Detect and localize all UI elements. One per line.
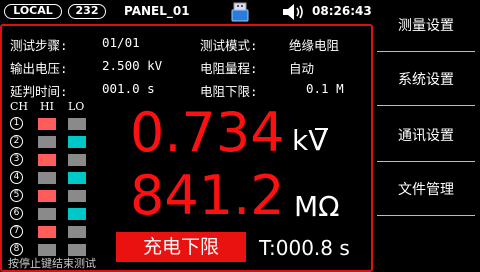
usb-drive-icon [231, 2, 249, 22]
step-value: 01/01 [102, 35, 140, 50]
mode-value: 绝缘电阻 [289, 38, 340, 53]
panel-title: PANEL_01 [124, 4, 190, 18]
channel-number: 3 [10, 153, 23, 166]
lo-indicator [68, 208, 86, 220]
menu-measure-settings[interactable]: 测量设置 [377, 0, 475, 52]
range-value: 自动 [289, 61, 315, 76]
hi-indicator [38, 118, 56, 130]
delay-value: 001.0 s [102, 81, 155, 96]
lo-header: LO [68, 100, 85, 113]
channel-number: 6 [10, 207, 23, 220]
hi-indicator [38, 154, 56, 166]
status-bar: LOCAL 232 PANEL_01 08:26:43 [0, 0, 373, 24]
hi-indicator [38, 208, 56, 220]
speaker-volume-icon [282, 3, 308, 21]
lo-indicator [68, 226, 86, 238]
hi-indicator [38, 226, 56, 238]
lo-indicator [68, 172, 86, 184]
test-state-badge: 充电下限 [116, 232, 246, 262]
hi-header: HI [40, 100, 54, 113]
channel-number: 7 [10, 225, 23, 238]
lo-indicator [68, 154, 86, 166]
resistance-unit: MΩ [294, 190, 340, 223]
port-badge: 232 [68, 4, 106, 19]
lo-indicator [68, 118, 86, 130]
range-label: 电阻量程: [200, 61, 258, 76]
channel-number: 4 [10, 171, 23, 184]
test-timer: T:000.8 s [259, 236, 350, 260]
clock: 08:26:43 [312, 4, 372, 18]
ch-header: CH [10, 100, 29, 113]
lo-indicator [68, 136, 86, 148]
delay-label: 延判时间: [10, 84, 68, 99]
measurement-panel: 测试步骤: 01/01 测试模式: 绝缘电阻 输出电压: 2.500 kV 电阻… [0, 24, 373, 272]
menu-system-settings[interactable]: 系统设置 [377, 54, 475, 106]
channel-number: 1 [10, 117, 23, 130]
dc-bar-icon [315, 128, 328, 130]
hi-indicator [38, 190, 56, 202]
channel-number: 5 [10, 189, 23, 202]
voltage-reading: 0.734 [130, 101, 285, 164]
menu-file-management[interactable]: 文件管理 [377, 164, 475, 216]
voltage-unit: kV [292, 124, 328, 157]
stop-hint: 按停止键结束测试 [8, 257, 96, 270]
mode-label: 测试模式: [200, 38, 258, 53]
side-menu: 测量设置 系统设置 通讯设置 文件管理 [373, 0, 480, 272]
hi-indicator [38, 136, 56, 148]
local-mode-badge: LOCAL [4, 4, 62, 19]
lower-limit-label: 电阻下限: [200, 84, 258, 99]
lo-indicator [68, 190, 86, 202]
step-label: 测试步骤: [10, 38, 68, 53]
voltage-setting: 2.500 kV [102, 58, 163, 73]
menu-comm-settings[interactable]: 通讯设置 [377, 110, 475, 162]
hi-indicator [38, 172, 56, 184]
lower-limit-value: 0.1 M [306, 81, 344, 96]
voltage-label: 输出电压: [10, 61, 68, 76]
channel-number: 2 [10, 135, 23, 148]
resistance-reading: 841.2 [130, 164, 285, 227]
